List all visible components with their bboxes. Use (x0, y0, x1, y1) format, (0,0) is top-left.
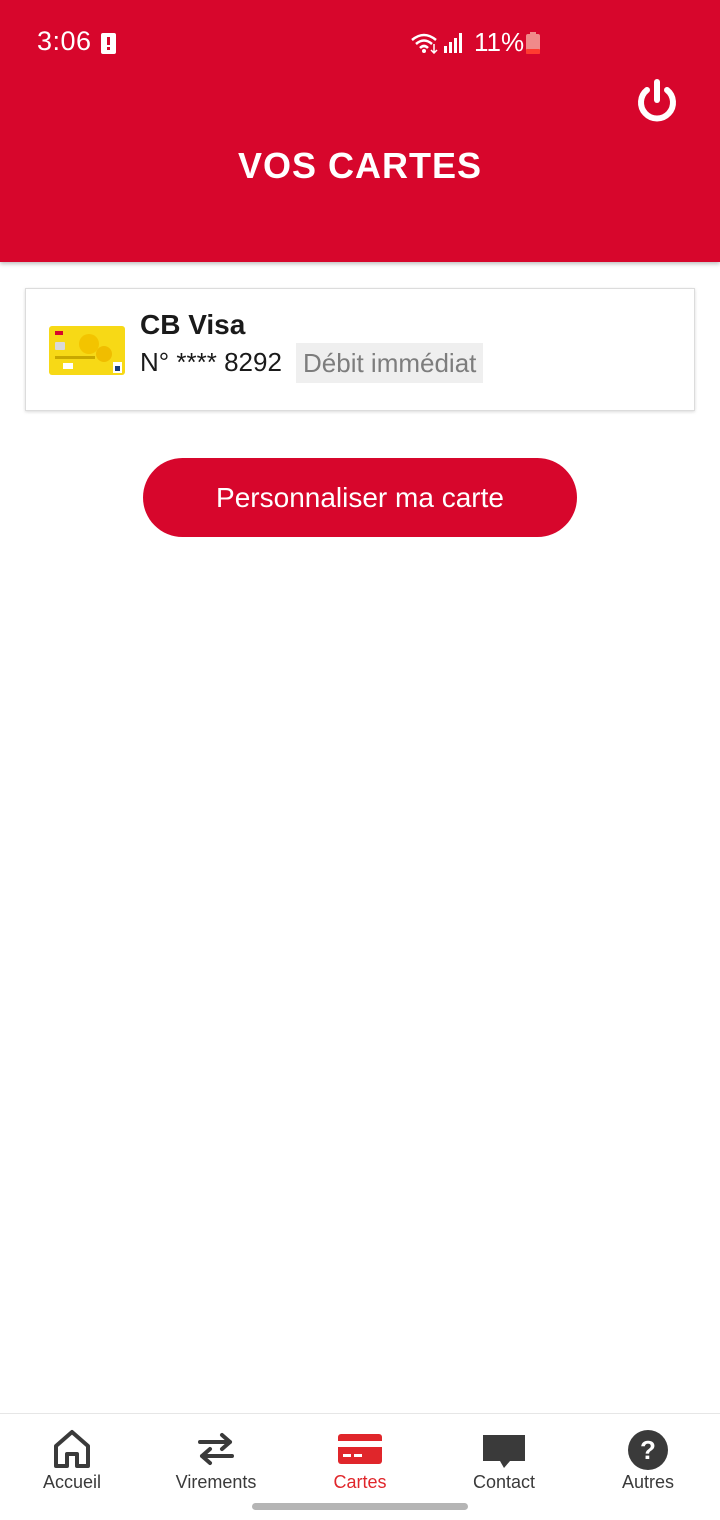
svg-text:?: ? (640, 1435, 656, 1465)
alert-icon (101, 33, 116, 54)
app-screen: 3:06 11% VOS CARTES CB Visa N° **** 8292… (0, 0, 720, 1520)
home-icon (54, 1430, 90, 1468)
help-icon: ? (628, 1430, 668, 1470)
customize-card-button[interactable]: Personnaliser ma carte (143, 458, 577, 537)
card-type-badge: Débit immédiat (296, 343, 484, 383)
status-bar: 3:06 11% (0, 0, 720, 86)
header: 3:06 11% VOS CARTES (0, 0, 720, 262)
nav-item-autres[interactable]: ? Autres (576, 1414, 720, 1509)
signal-icon (444, 33, 462, 53)
page-title: VOS CARTES (237, 145, 483, 186)
nav-label-autres: Autres (621, 1472, 675, 1492)
home-indicator[interactable] (252, 1503, 468, 1510)
nav-label-cartes: Cartes (333, 1472, 387, 1492)
wifi-icon (411, 33, 438, 54)
nav-item-cartes[interactable]: Cartes (288, 1414, 432, 1509)
chat-icon (483, 1435, 525, 1468)
nav-label-contact: Contact (472, 1472, 536, 1492)
battery-percentage: 11% (474, 27, 525, 57)
nav-item-contact[interactable]: Contact (432, 1414, 576, 1509)
nav-label-virements: Virements (175, 1472, 257, 1492)
power-icon[interactable] (633, 78, 681, 126)
nav-item-accueil[interactable]: Accueil (0, 1414, 144, 1509)
card-name: CB Visa (140, 309, 246, 340)
card-list-item[interactable]: CB Visa N° **** 8292 Débit immédiat (25, 288, 695, 411)
status-time: 3:06 (37, 26, 92, 56)
card-thumbnail (49, 326, 125, 375)
card-number: N° **** 8292 (140, 347, 282, 377)
nav-item-virements[interactable]: Virements (144, 1414, 288, 1509)
card-icon (338, 1434, 382, 1464)
transfer-icon (198, 1433, 234, 1465)
battery-icon (526, 32, 540, 54)
nav-label-accueil: Accueil (42, 1472, 102, 1492)
